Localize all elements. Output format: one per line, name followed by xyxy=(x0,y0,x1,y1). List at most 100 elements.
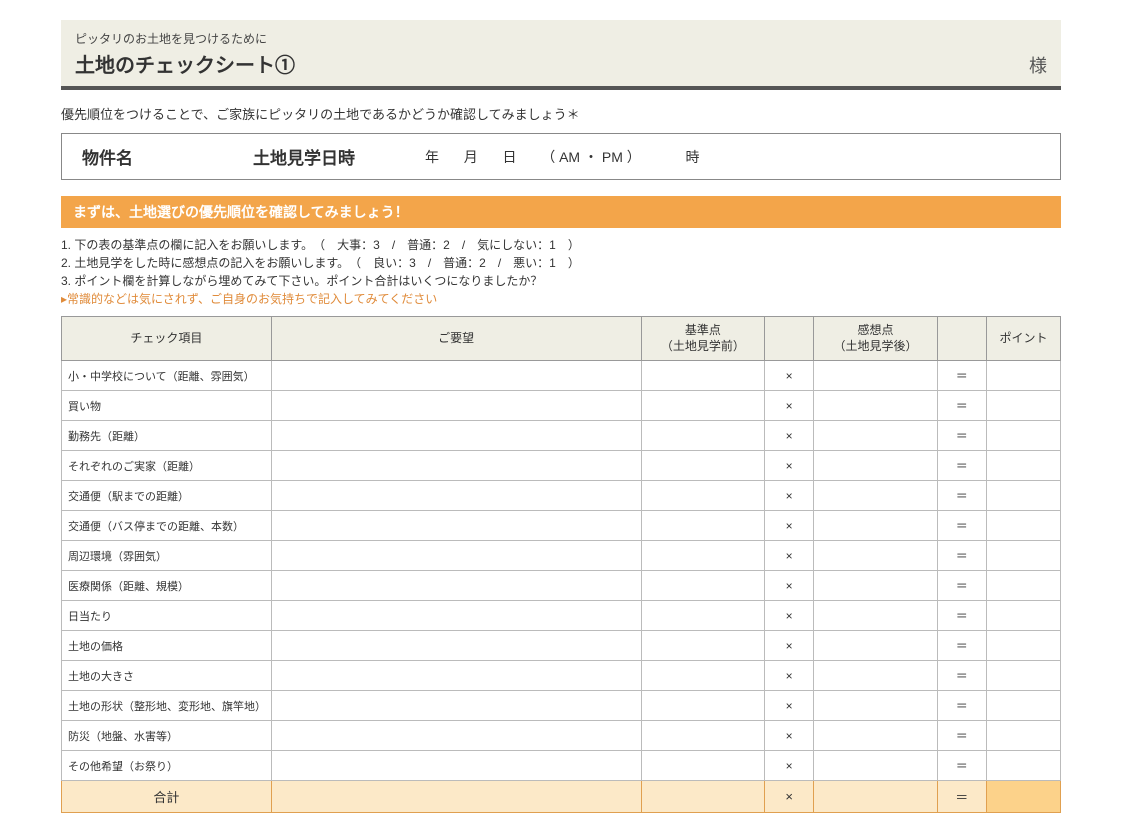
cell-request[interactable] xyxy=(271,421,641,451)
header-title: 土地のチェックシート① xyxy=(75,49,295,78)
cell-impression[interactable] xyxy=(814,631,937,661)
cell-base[interactable] xyxy=(641,721,764,751)
cell-request[interactable] xyxy=(271,361,641,391)
cell-impression[interactable] xyxy=(814,691,937,721)
cell-mult: × xyxy=(764,421,813,451)
instruction-3: 3. ポイント欄を計算しながら埋めてみて下さい。ポイント合計はいくつになりました… xyxy=(61,272,1061,290)
cell-impression[interactable] xyxy=(814,571,937,601)
cell-point[interactable] xyxy=(986,511,1060,541)
cell-request[interactable] xyxy=(271,631,641,661)
cell-item: 医療関係（距離、規模） xyxy=(62,571,272,601)
cell-eq: ＝ xyxy=(937,541,986,571)
total-row: 合計×＝ xyxy=(62,781,1061,813)
th-eq xyxy=(937,317,986,361)
total-point xyxy=(986,781,1060,813)
cell-point[interactable] xyxy=(986,751,1060,781)
date-units: 年 月 日 （ AM ・ PM ） 時 xyxy=(415,147,710,167)
cell-request[interactable] xyxy=(271,751,641,781)
cell-impression[interactable] xyxy=(814,661,937,691)
cell-item: その他希望（お祭り） xyxy=(62,751,272,781)
cell-point[interactable] xyxy=(986,361,1060,391)
cell-request[interactable] xyxy=(271,571,641,601)
cell-point[interactable] xyxy=(986,571,1060,601)
cell-eq: ＝ xyxy=(937,721,986,751)
cell-point[interactable] xyxy=(986,601,1060,631)
cell-eq: ＝ xyxy=(937,391,986,421)
cell-base[interactable] xyxy=(641,541,764,571)
cell-base[interactable] xyxy=(641,631,764,661)
cell-base[interactable] xyxy=(641,661,764,691)
total-base xyxy=(641,781,764,813)
cell-request[interactable] xyxy=(271,511,641,541)
table-row: 防災（地盤、水害等）×＝ xyxy=(62,721,1061,751)
cell-base[interactable] xyxy=(641,601,764,631)
checklist-table: チェック項目 ご要望 基準点（土地見学前） 感想点（土地見学後） ポイント 小・… xyxy=(61,316,1061,813)
cell-point[interactable] xyxy=(986,721,1060,751)
unit-day: 日 xyxy=(502,149,516,165)
unit-month: 月 xyxy=(464,149,478,165)
cell-mult: × xyxy=(764,691,813,721)
cell-base[interactable] xyxy=(641,511,764,541)
section-header: まずは、土地選びの優先順位を確認してみましょう！ xyxy=(61,196,1061,228)
cell-base[interactable] xyxy=(641,451,764,481)
date-label: 土地見学日時 xyxy=(253,144,355,169)
table-row: 医療関係（距離、規模）×＝ xyxy=(62,571,1061,601)
cell-request[interactable] xyxy=(271,481,641,511)
cell-point[interactable] xyxy=(986,451,1060,481)
cell-base[interactable] xyxy=(641,391,764,421)
cell-item: 買い物 xyxy=(62,391,272,421)
cell-item: 土地の大きさ xyxy=(62,661,272,691)
instructions: 1. 下の表の基準点の欄に記入をお願いします。 （ 大事：3 / 普通：2 / … xyxy=(61,236,1061,308)
cell-eq: ＝ xyxy=(937,601,986,631)
cell-base[interactable] xyxy=(641,421,764,451)
cell-point[interactable] xyxy=(986,481,1060,511)
cell-mult: × xyxy=(764,511,813,541)
cell-point[interactable] xyxy=(986,691,1060,721)
cell-point[interactable] xyxy=(986,541,1060,571)
table-row: 交通便（バス停までの距離、本数）×＝ xyxy=(62,511,1061,541)
cell-impression[interactable] xyxy=(814,361,937,391)
cell-impression[interactable] xyxy=(814,421,937,451)
th-check: チェック項目 xyxy=(62,317,272,361)
cell-base[interactable] xyxy=(641,691,764,721)
cell-point[interactable] xyxy=(986,421,1060,451)
cell-impression[interactable] xyxy=(814,391,937,421)
unit-ampm: （ AM ・ PM ） xyxy=(541,149,641,165)
table-row: 土地の大きさ×＝ xyxy=(62,661,1061,691)
cell-request[interactable] xyxy=(271,451,641,481)
cell-base[interactable] xyxy=(641,751,764,781)
cell-eq: ＝ xyxy=(937,511,986,541)
cell-point[interactable] xyxy=(986,391,1060,421)
cell-base[interactable] xyxy=(641,481,764,511)
total-request xyxy=(271,781,641,813)
th-base: 基準点（土地見学前） xyxy=(641,317,764,361)
cell-impression[interactable] xyxy=(814,601,937,631)
cell-point[interactable] xyxy=(986,661,1060,691)
cell-impression[interactable] xyxy=(814,451,937,481)
cell-mult: × xyxy=(764,571,813,601)
cell-mult: × xyxy=(764,721,813,751)
cell-mult: × xyxy=(764,661,813,691)
table-row: 交通便（駅までの距離）×＝ xyxy=(62,481,1061,511)
cell-request[interactable] xyxy=(271,391,641,421)
cell-impression[interactable] xyxy=(814,751,937,781)
cell-impression[interactable] xyxy=(814,721,937,751)
cell-item: 土地の価格 xyxy=(62,631,272,661)
cell-point[interactable] xyxy=(986,631,1060,661)
header-block: ピッタリのお土地を見つけるために 土地のチェックシート① 様 xyxy=(61,20,1061,90)
cell-item: 周辺環境（雰囲気） xyxy=(62,541,272,571)
intro-text: 優先順位をつけることで、ご家族にピッタリの土地であるかどうか確認してみましょう＊ xyxy=(61,104,1061,123)
cell-impression[interactable] xyxy=(814,481,937,511)
cell-impression[interactable] xyxy=(814,541,937,571)
cell-base[interactable] xyxy=(641,361,764,391)
cell-request[interactable] xyxy=(271,691,641,721)
cell-impression[interactable] xyxy=(814,511,937,541)
cell-base[interactable] xyxy=(641,571,764,601)
cell-request[interactable] xyxy=(271,661,641,691)
table-row: それぞれのご実家（距離）×＝ xyxy=(62,451,1061,481)
property-label: 物件名 xyxy=(82,144,133,169)
cell-request[interactable] xyxy=(271,721,641,751)
cell-request[interactable] xyxy=(271,541,641,571)
table-row: 勤務先（距離）×＝ xyxy=(62,421,1061,451)
cell-request[interactable] xyxy=(271,601,641,631)
